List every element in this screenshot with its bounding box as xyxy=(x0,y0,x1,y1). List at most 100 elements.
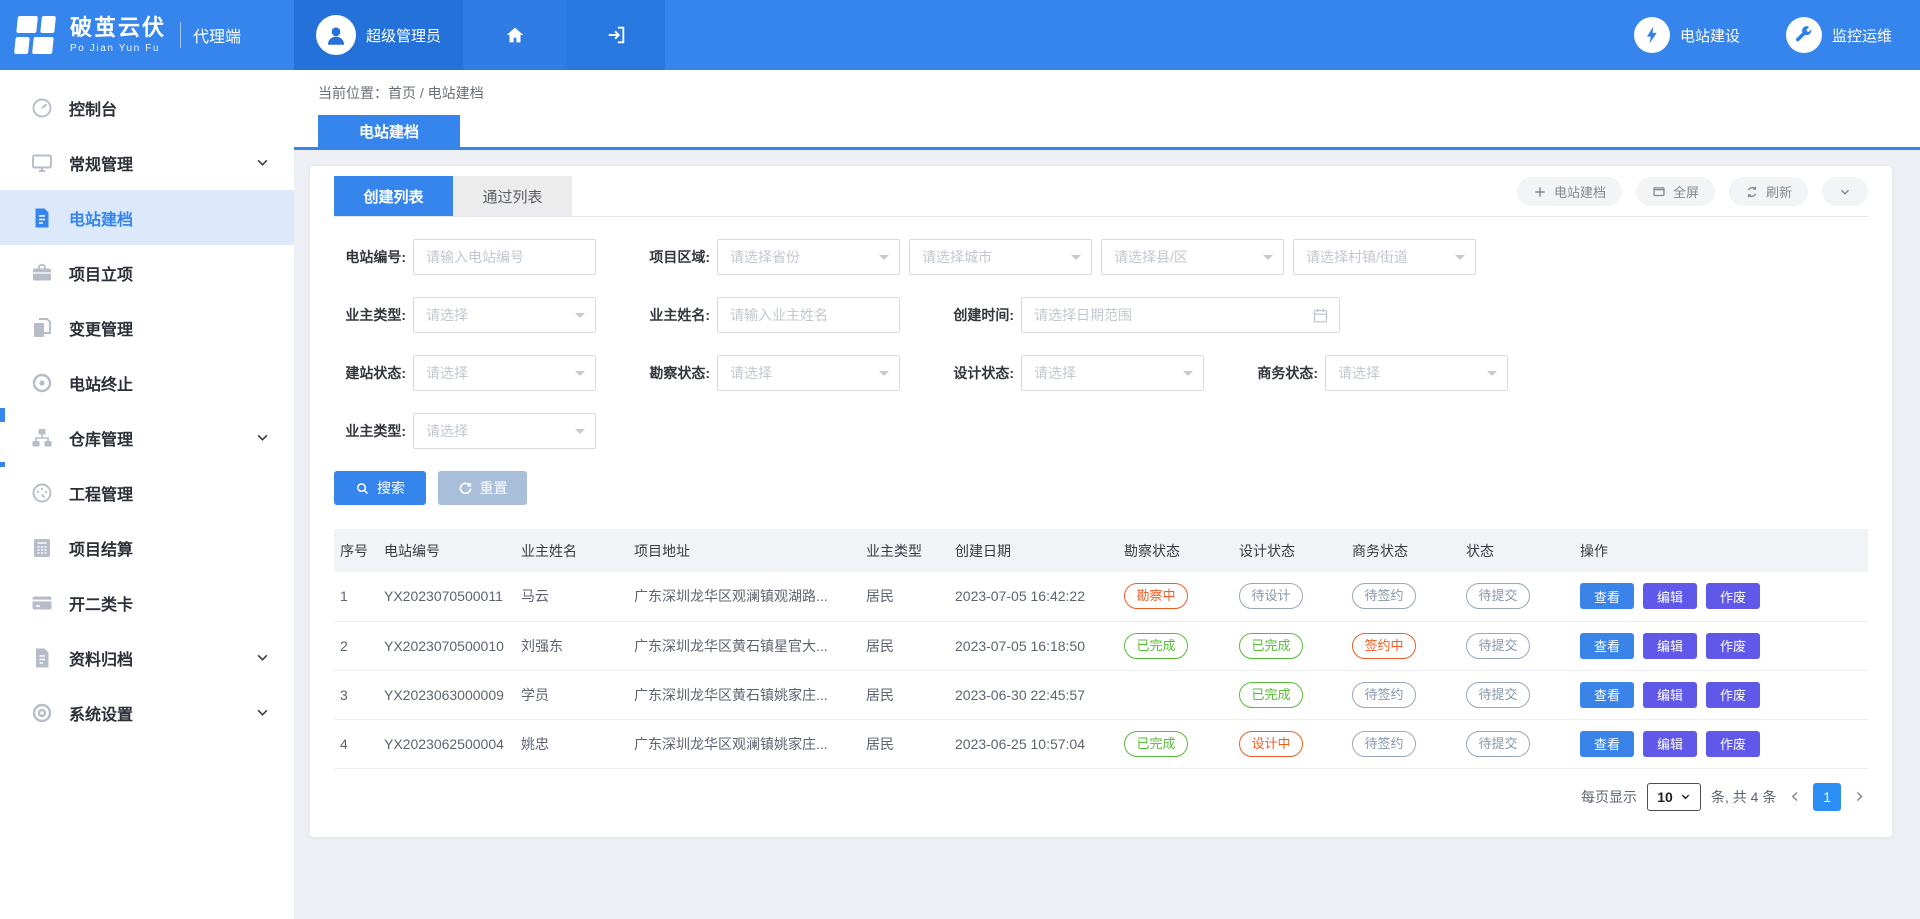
cell-owner: 姚忠 xyxy=(515,719,628,768)
main-area: 当前位置：首页 / 电站建档 电站建档 创建列表通过列表 电站建档 全屏 xyxy=(294,70,1920,919)
cell-survey: 已完成 xyxy=(1118,719,1233,768)
cell-survey: 勘察中 xyxy=(1118,572,1233,621)
content: 创建列表通过列表 电站建档 全屏 刷新 xyxy=(294,150,1920,861)
cell-design: 已完成 xyxy=(1233,621,1346,670)
create-station-button[interactable]: 电站建档 xyxy=(1517,177,1622,206)
town-select[interactable]: 请选择村镇/街道 xyxy=(1293,239,1476,275)
logout-button[interactable] xyxy=(566,0,665,70)
void-button[interactable]: 作废 xyxy=(1706,583,1760,609)
search-icon xyxy=(355,481,370,496)
city-select[interactable]: 请选择城市 xyxy=(909,239,1092,275)
filter-label: 创建时间: xyxy=(942,305,1014,325)
select-placeholder: 请选择村镇/街道 xyxy=(1294,247,1408,267)
sidebar-item-6[interactable]: 仓库管理 xyxy=(0,410,294,465)
edit-button[interactable]: 编辑 xyxy=(1643,682,1697,708)
sidebar-item-label: 变更管理 xyxy=(69,316,133,340)
sidebar-item-2[interactable]: 电站建档 xyxy=(0,190,294,245)
reset-button[interactable]: 重置 xyxy=(438,471,527,505)
collapse-button[interactable] xyxy=(1822,177,1868,206)
sidebar-item-1[interactable]: 常规管理 xyxy=(0,135,294,190)
sidebar-item-10[interactable]: 资料归档 xyxy=(0,630,294,685)
select-placeholder: 请选择 xyxy=(414,363,468,383)
per-page-select[interactable]: 10 xyxy=(1647,783,1701,811)
breadcrumb-prefix: 当前位置： xyxy=(318,85,388,101)
void-button[interactable]: 作废 xyxy=(1706,633,1760,659)
survey-status-badge: 勘察中 xyxy=(1124,583,1188,609)
fullscreen-button[interactable]: 全屏 xyxy=(1636,177,1715,206)
filter-field-business-status-select: 商务状态:请选择 xyxy=(1246,355,1508,391)
filter-label: 设计状态: xyxy=(942,363,1014,383)
select-placeholder: 请选择 xyxy=(414,305,468,325)
filter-label: 业主姓名: xyxy=(638,305,710,325)
survey-status-select[interactable]: 请选择 xyxy=(717,355,900,391)
edit-button[interactable]: 编辑 xyxy=(1643,731,1697,757)
search-label: 搜索 xyxy=(377,478,405,498)
filter-field-station-no-input: 电站编号: xyxy=(334,239,596,275)
filter-field-district-select: 请选择县/区 xyxy=(1101,239,1284,275)
cell-address: 广东深圳龙华区观澜镇姚家庄... xyxy=(628,719,860,768)
created-date-range-input[interactable] xyxy=(1021,297,1340,333)
tab-passed-list[interactable]: 通过列表 xyxy=(453,176,572,216)
briefcase-icon xyxy=(30,261,54,285)
quick-link-label: 电站建设 xyxy=(1680,25,1740,46)
view-button[interactable]: 查看 xyxy=(1580,731,1634,757)
calculator-icon xyxy=(30,536,54,560)
station-no-input[interactable] xyxy=(414,240,595,274)
edit-button[interactable]: 编辑 xyxy=(1643,633,1697,659)
caret-down-icon xyxy=(1487,371,1497,381)
view-button[interactable]: 查看 xyxy=(1580,682,1634,708)
business-status-badge: 待签约 xyxy=(1352,731,1416,757)
sidebar-item-0[interactable]: 控制台 xyxy=(0,80,294,135)
design-status-select[interactable]: 请选择 xyxy=(1021,355,1204,391)
void-button[interactable]: 作废 xyxy=(1706,682,1760,708)
fullscreen-label: 全屏 xyxy=(1673,182,1699,201)
card-head: 创建列表通过列表 电站建档 全屏 刷新 xyxy=(334,166,1868,217)
search-button[interactable]: 搜索 xyxy=(334,471,426,505)
view-button[interactable]: 查看 xyxy=(1580,583,1634,609)
sidebar-item-3[interactable]: 项目立项 xyxy=(0,245,294,300)
station-table: 序号电站编号业主姓名项目地址业主类型创建日期勘察状态设计状态商务状态状态操作 1… xyxy=(334,529,1868,769)
district-select[interactable]: 请选择县/区 xyxy=(1101,239,1284,275)
quick-link-station-build[interactable]: 电站建设 xyxy=(1634,17,1740,53)
breadcrumb-strip: 当前位置：首页 / 电站建档 电站建档 xyxy=(294,70,1920,150)
content-card: 创建列表通过列表 电站建档 全屏 刷新 xyxy=(310,166,1892,837)
prev-page-button[interactable]: ‹ xyxy=(1786,786,1803,808)
owner-type-select-2[interactable]: 请选择 xyxy=(413,413,596,449)
business-status-select[interactable]: 请选择 xyxy=(1325,355,1508,391)
sidebar-item-label: 电站终止 xyxy=(69,371,133,395)
owner-name-input[interactable] xyxy=(717,297,900,333)
next-page-button[interactable]: › xyxy=(1851,786,1868,808)
quick-link-monitor-ops[interactable]: 监控运维 xyxy=(1786,17,1892,53)
owner-name-input[interactable] xyxy=(718,298,899,332)
created-date-range-input[interactable] xyxy=(1022,298,1339,332)
station-no-input[interactable] xyxy=(413,239,596,275)
build-status-select[interactable]: 请选择 xyxy=(413,355,596,391)
home-button[interactable] xyxy=(463,0,566,70)
caret-down-icon xyxy=(575,371,585,381)
sidebar-item-7[interactable]: 工程管理 xyxy=(0,465,294,520)
void-button[interactable]: 作废 xyxy=(1706,731,1760,757)
refresh-button[interactable]: 刷新 xyxy=(1729,177,1808,206)
cell-business: 签约中 xyxy=(1346,621,1460,670)
cell-owner: 学员 xyxy=(515,670,628,719)
design-status-badge: 已完成 xyxy=(1239,633,1303,659)
filter-field-survey-status-select: 勘察状态:请选择 xyxy=(638,355,900,391)
sidebar-item-4[interactable]: 变更管理 xyxy=(0,300,294,355)
user-segment[interactable]: 超级管理员 xyxy=(294,0,463,70)
page-number-button[interactable]: 1 xyxy=(1813,783,1841,811)
sidebar-item-8[interactable]: 项目结算 xyxy=(0,520,294,575)
sidebar-item-label: 工程管理 xyxy=(69,481,133,505)
owner-type-select[interactable]: 请选择 xyxy=(413,297,596,333)
view-button[interactable]: 查看 xyxy=(1580,633,1634,659)
page-tab[interactable]: 电站建档 xyxy=(318,115,460,147)
chevron-down-icon xyxy=(255,705,270,720)
cell-survey: 已完成 xyxy=(1118,621,1233,670)
sidebar-item-5[interactable]: 电站终止 xyxy=(0,355,294,410)
sidebar-item-9[interactable]: 开二类卡 xyxy=(0,575,294,630)
sidebar-item-11[interactable]: 系统设置 xyxy=(0,685,294,740)
province-select[interactable]: 请选择省份 xyxy=(717,239,900,275)
tab-create-list[interactable]: 创建列表 xyxy=(334,176,453,216)
sidebar-item-label: 资料归档 xyxy=(69,646,133,670)
edit-button[interactable]: 编辑 xyxy=(1643,583,1697,609)
cell-address: 广东深圳龙华区黄石镇姚家庄... xyxy=(628,670,860,719)
